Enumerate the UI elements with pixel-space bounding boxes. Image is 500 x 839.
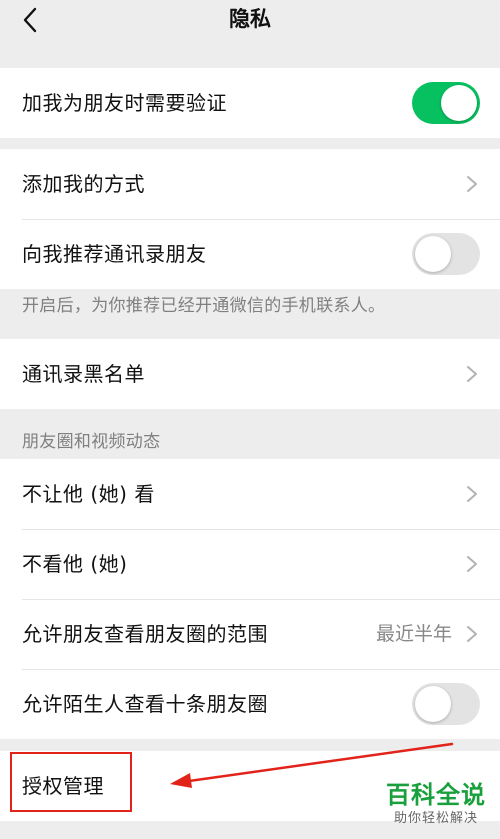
chevron-right-icon [467, 176, 477, 192]
recommend-note: 开启后，为你推荐已经开通微信的手机联系人。 [22, 296, 386, 316]
page-title: 隐私 [229, 7, 271, 31]
dont-see-row[interactable]: 不看他 (她) [0, 529, 500, 599]
range-value: 最近半年 [375, 623, 452, 645]
hide-from-label: 不让他 (她) 看 [22, 482, 155, 506]
chevron-right-icon [467, 486, 477, 502]
blacklist-group: 通讯录黑名单 [0, 339, 500, 409]
toggle-knob [441, 85, 477, 121]
range-row[interactable]: 允许朋友查看朋友圈的范围 最近半年 [0, 599, 500, 669]
strangers-toggle[interactable] [412, 683, 480, 725]
range-label: 允许朋友查看朋友圈的范围 [22, 622, 268, 646]
recommend-row: 向我推荐通讯录朋友 [0, 219, 500, 289]
toggle-knob [415, 686, 451, 722]
strangers-row: 允许陌生人查看十条朋友圈 [0, 669, 500, 739]
watermark: 百科全说 助你轻松解决 [386, 780, 486, 828]
recommend-toggle[interactable] [412, 233, 480, 275]
blacklist-row[interactable]: 通讯录黑名单 [0, 339, 500, 409]
chevron-right-icon [467, 366, 477, 382]
toggle-knob [415, 236, 451, 272]
verify-row: 加我为朋友时需要验证 [0, 68, 500, 138]
recommend-label: 向我推荐通讯录朋友 [22, 242, 207, 266]
annotation-highlight-box [10, 752, 132, 812]
verify-label: 加我为朋友时需要验证 [22, 91, 227, 115]
dont-see-label: 不看他 (她) [22, 552, 128, 576]
watermark-main-text: 百科全说 [386, 781, 486, 809]
chevron-right-icon [467, 556, 477, 572]
add-ways-row[interactable]: 添加我的方式 [0, 149, 500, 219]
verify-group: 加我为朋友时需要验证 [0, 68, 500, 138]
add-methods-group: 添加我的方式 向我推荐通讯录朋友 [0, 149, 500, 289]
strangers-label: 允许陌生人查看十条朋友圈 [22, 692, 268, 716]
blacklist-label: 通讯录黑名单 [22, 362, 145, 386]
add-ways-label: 添加我的方式 [22, 172, 145, 196]
nav-bar: 隐私 [0, 0, 500, 52]
moments-group: 不让他 (她) 看 不看他 (她) 允许朋友查看朋友圈的范围 最近半年 允许陌生… [0, 459, 500, 739]
chevron-right-icon [467, 626, 477, 642]
verify-toggle[interactable] [412, 82, 480, 124]
moments-section-title: 朋友圈和视频动态 [22, 432, 161, 452]
hide-from-row[interactable]: 不让他 (她) 看 [0, 459, 500, 529]
watermark-sub-text: 助你轻松解决 [393, 811, 478, 826]
